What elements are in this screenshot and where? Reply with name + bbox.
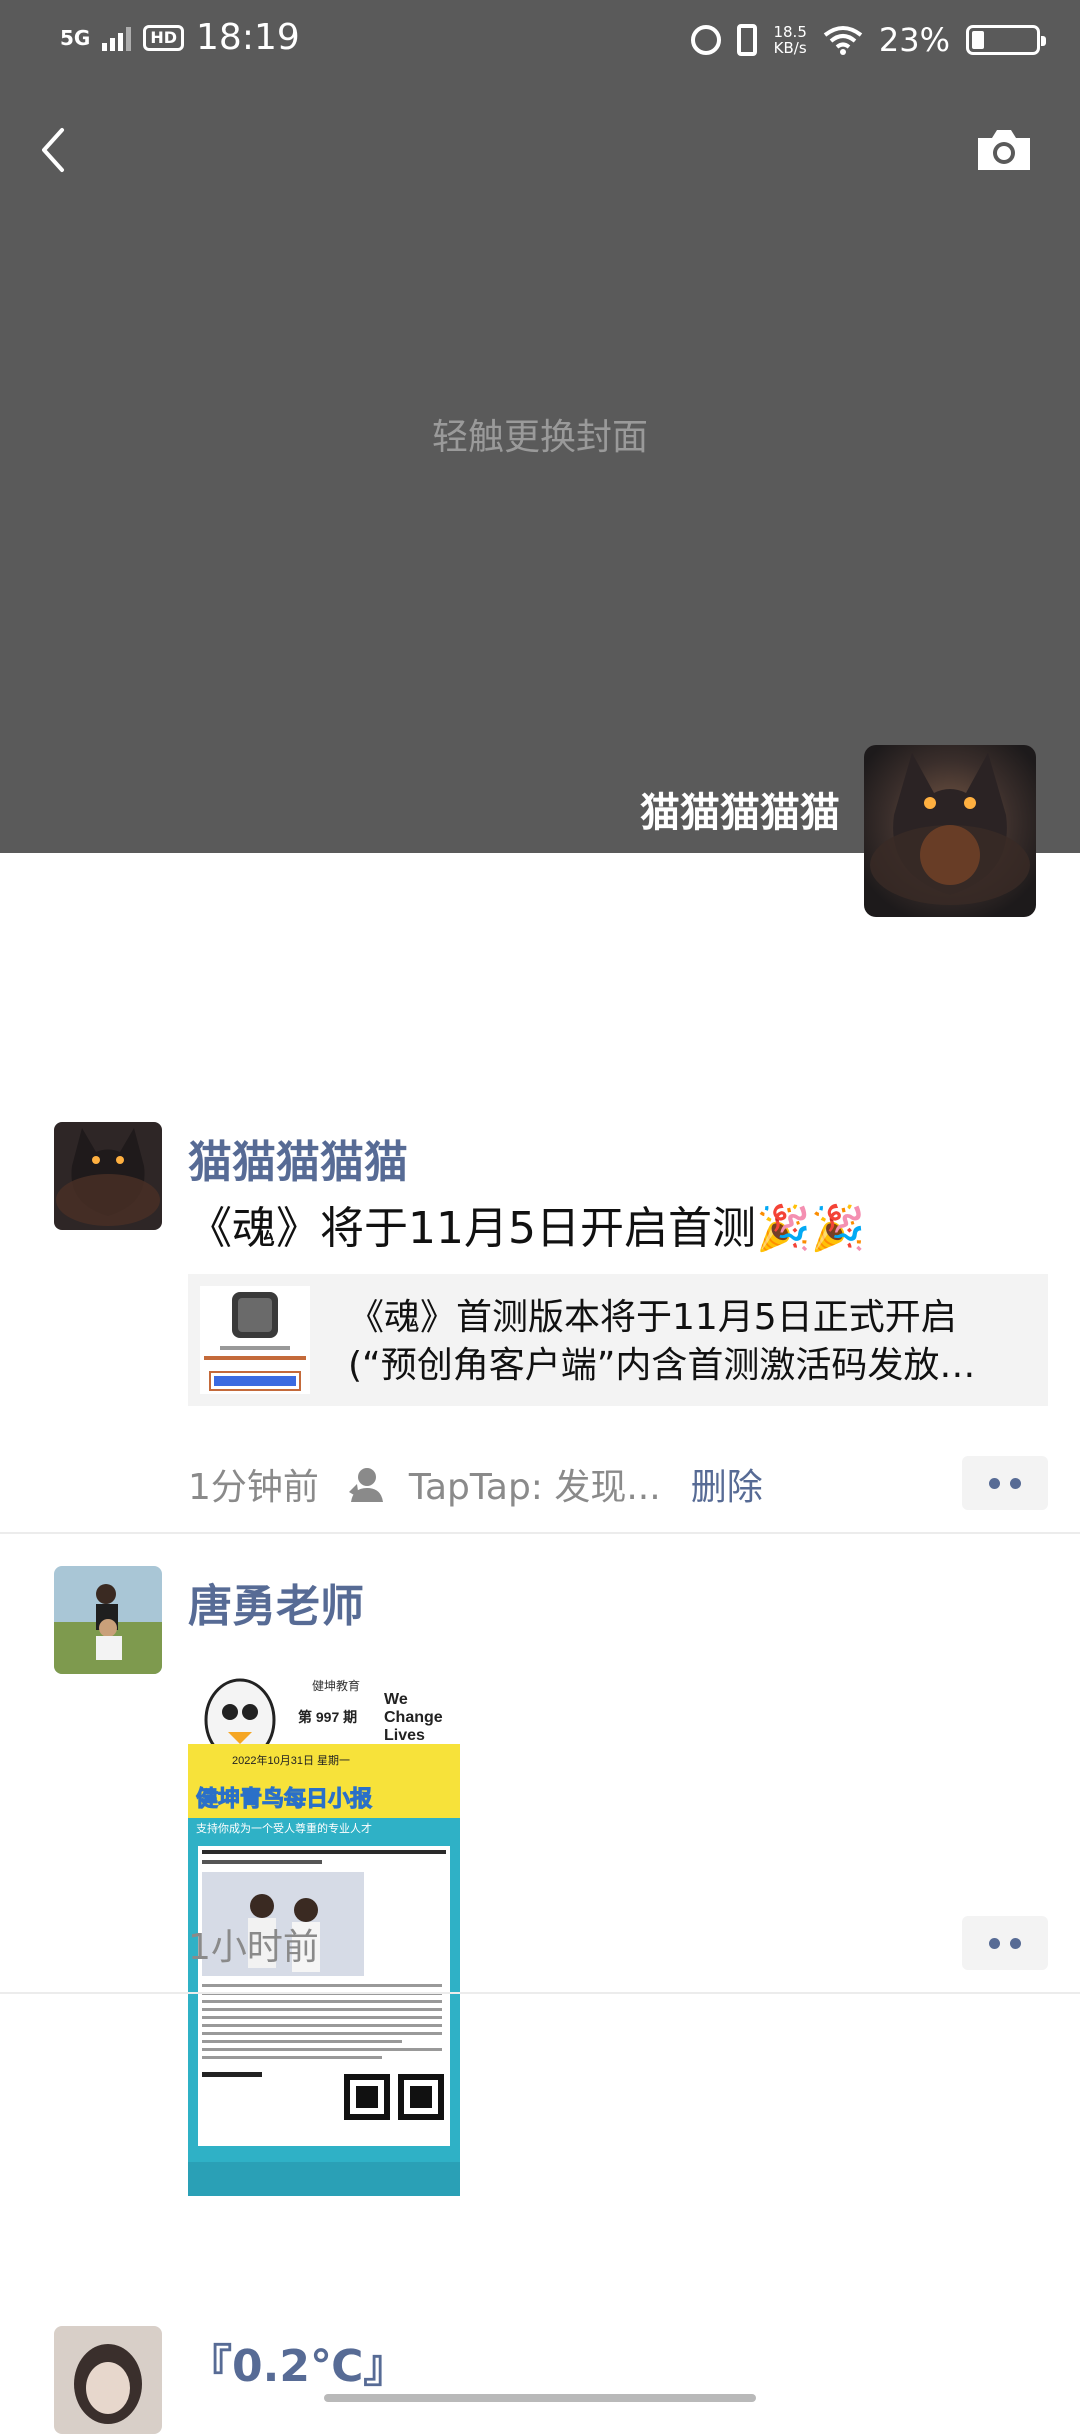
post-meta: 1小时前 — [188, 1918, 319, 1970]
more-actions-button[interactable] — [962, 1916, 1048, 1970]
signal-icon — [102, 25, 132, 51]
divider — [0, 1532, 1080, 1534]
home-indicator[interactable] — [324, 2394, 756, 2402]
net-speed: 18.5 KB/s — [773, 23, 807, 57]
more-actions-button[interactable] — [962, 1456, 1048, 1510]
divider — [0, 1992, 1080, 1994]
post-meta: 1分钟前 TapTap: 发现... 删除 — [188, 1458, 763, 1510]
post-time: 1分钟前 — [188, 1467, 319, 1508]
svg-text:We: We — [384, 1691, 408, 1708]
link-title-line2: (“预创角客户端”内含首测激活码发放… — [348, 1345, 976, 1386]
newsletter-subtitle: 支持你成为一个受人尊重的专业人才 — [196, 1821, 372, 1835]
delete-button[interactable]: 删除 — [691, 1458, 763, 1510]
svg-text:健坤教育: 健坤教育 — [312, 1678, 360, 1693]
post-avatar[interactable] — [54, 2326, 162, 2434]
post-author[interactable]: 猫猫猫猫猫 — [188, 1126, 408, 1190]
newsletter-title: 健坤青鸟每日小报 — [196, 1786, 372, 1811]
post-author[interactable]: 『0.2℃』 — [188, 2330, 407, 2394]
post-time: 1小时前 — [188, 1927, 319, 1968]
battery-percent: 23% — [878, 21, 950, 59]
battery-icon — [966, 25, 1046, 55]
wifi-icon — [823, 26, 863, 55]
profile-avatar[interactable] — [864, 745, 1036, 917]
svg-text:Change: Change — [384, 1709, 443, 1726]
network-type: 5G — [60, 26, 91, 50]
link-thumbnail — [200, 1286, 310, 1394]
issue-date: 2022年10月31日 星期一 — [232, 1753, 350, 1767]
issue-number: 第 997 期 — [298, 1709, 357, 1725]
change-cover-hint[interactable]: 轻触更换封面 — [0, 408, 1080, 460]
hd-badge: HD — [143, 25, 185, 51]
post-text: 《魂》将于11月5日开启首测🎉🎉 — [188, 1203, 866, 1254]
status-bar: 5G HD 18:19 18.5 KB/s 23% — [0, 0, 1080, 80]
svg-text:Lives: Lives — [384, 1727, 425, 1744]
vibrate-icon — [737, 24, 758, 56]
post-source[interactable]: TapTap: 发现... — [409, 1458, 661, 1510]
status-time: 18:19 — [196, 17, 300, 58]
shared-link-card[interactable]: 《魂》首测版本将于11月5日正式开启 (“预创角客户端”内含首测激活码发放… — [188, 1274, 1048, 1406]
camera-button[interactable] — [974, 124, 1034, 176]
visibility-icon — [348, 1468, 383, 1502]
profile-name[interactable]: 猫猫猫猫猫 — [640, 780, 840, 838]
alarm-icon — [691, 25, 722, 55]
link-title-line1: 《魂》首测版本将于11月5日正式开启 — [348, 1297, 957, 1338]
post-author[interactable]: 唐勇老师 — [188, 1570, 364, 1634]
back-button[interactable] — [32, 118, 82, 182]
post-avatar[interactable] — [54, 1566, 162, 1674]
post-avatar[interactable] — [54, 1122, 162, 1230]
cover-area[interactable]: 5G HD 18:19 18.5 KB/s 23% 轻触更换封面 — [0, 0, 1080, 853]
